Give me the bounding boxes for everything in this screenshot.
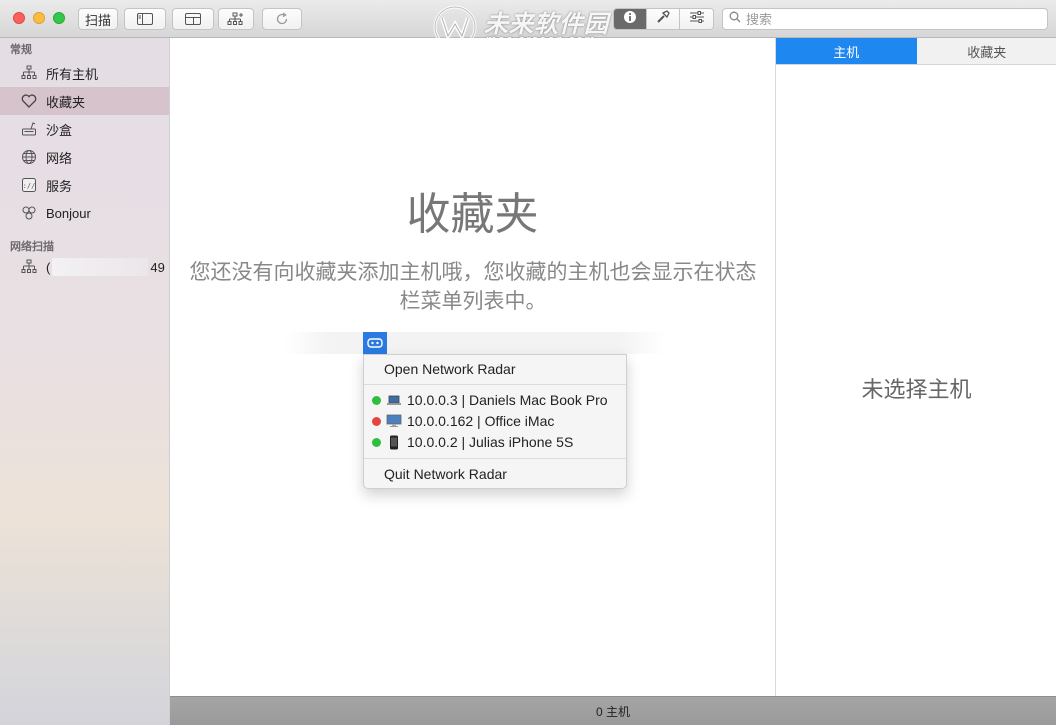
- sandbox-icon: [20, 120, 38, 138]
- refresh-button[interactable]: [262, 8, 302, 30]
- menu-separator: [364, 458, 626, 459]
- status-offline-icon: [372, 416, 381, 426]
- sidebar-item-label: 收藏夹: [46, 94, 86, 110]
- network-add-button[interactable]: [218, 8, 254, 30]
- status-menu-preview: Open Network Radar 10.0.0.3 | Daniels Ma…: [363, 354, 627, 489]
- network-radar-menubar-icon: [363, 332, 387, 354]
- sidebar-item-label: 沙盒: [46, 122, 73, 138]
- bonjour-icon: [20, 204, 38, 222]
- refresh-icon: [275, 12, 289, 26]
- search-icon: [729, 10, 741, 28]
- page-title: 收藏夹: [406, 189, 539, 240]
- menu-item-open: Open Network Radar: [384, 359, 516, 379]
- menu-quit-label: Quit Network Radar: [384, 466, 507, 482]
- menu-item-quit: Quit Network Radar: [384, 464, 507, 484]
- sliders-icon: [689, 10, 705, 29]
- sidebar: 常规 所有主机 收藏夹 沙盒 网络 :// 服务 Bonjour 网络扫描 (…: [0, 38, 170, 725]
- close-window-button[interactable]: [13, 12, 25, 24]
- status-bar: 0 主机: [170, 696, 1056, 725]
- status-online-icon: [372, 395, 381, 405]
- no-selection-text: 未选择主机: [861, 378, 972, 403]
- globe-icon: [20, 148, 38, 166]
- sidebar-item-all-hosts[interactable]: 所有主机: [0, 59, 169, 87]
- view-segmented-control: [613, 8, 714, 30]
- sidebar-toggle-button[interactable]: [124, 8, 166, 30]
- layout-button[interactable]: [172, 8, 214, 30]
- host-count: 0 主机: [595, 704, 630, 719]
- sidebar-item-label: 服务: [46, 178, 73, 194]
- imac-icon: [386, 414, 402, 428]
- menu-separator: [364, 384, 626, 385]
- detail-panel: 主机 收藏夹 未选择主机: [775, 38, 1056, 696]
- menu-host-item: 10.0.0.162 | Office iMac: [372, 411, 555, 431]
- info-icon: [623, 10, 637, 29]
- tab-favorites[interactable]: 收藏夹: [916, 38, 1056, 64]
- sidebar-item-services[interactable]: :// 服务: [0, 171, 169, 199]
- menubar-preview: [285, 332, 665, 354]
- minimize-window-button[interactable]: [33, 12, 45, 24]
- menu-host-text: 10.0.0.3 | Daniels Mac Book Pro: [407, 392, 608, 408]
- sidebar-item-label: 所有主机: [46, 66, 99, 82]
- menu-host-text: 10.0.0.2 | Julias iPhone 5S: [407, 434, 574, 450]
- layout-icon: [185, 13, 201, 25]
- svg-text:://: ://: [23, 182, 36, 190]
- sliders-segment[interactable]: [680, 9, 713, 29]
- services-icon: ://: [20, 176, 38, 194]
- sidebar-toggle-icon: [137, 13, 153, 25]
- watermark-title: 未来软件园: [484, 10, 609, 38]
- detail-tabs: 主机 收藏夹: [776, 38, 1056, 65]
- redacted-text: [52, 258, 149, 276]
- zoom-window-button[interactable]: [53, 12, 65, 24]
- tab-hosts[interactable]: 主机: [776, 38, 917, 64]
- search-input[interactable]: [746, 11, 1026, 27]
- sidebar-item-network[interactable]: 网络: [0, 143, 169, 171]
- search-field[interactable]: [722, 8, 1048, 30]
- sidebar-item-label: Bonjour: [46, 205, 91, 221]
- heart-icon: [20, 92, 38, 110]
- scan-item-label-start: (: [46, 259, 51, 275]
- laptop-icon: [386, 393, 402, 407]
- menu-open-label: Open Network Radar: [384, 361, 516, 377]
- info-segment[interactable]: [614, 9, 647, 29]
- sidebar-item-favorites[interactable]: 收藏夹: [0, 87, 169, 115]
- sidebar-item-bonjour[interactable]: Bonjour: [0, 199, 169, 227]
- menu-host-item: 10.0.0.3 | Daniels Mac Book Pro: [372, 390, 608, 410]
- network-tree-icon: [20, 258, 38, 276]
- network-add-icon: [227, 12, 245, 26]
- sidebar-item-scan-network[interactable]: ( 49: [0, 253, 169, 281]
- tools-segment[interactable]: [647, 9, 680, 29]
- status-online-icon: [372, 437, 381, 447]
- main-content: 收藏夹 您还没有向收藏夹添加主机哦，您收藏的主机也会显示在状态栏菜单列表中。 O…: [170, 38, 775, 696]
- scan-item-label-end: 49: [150, 259, 165, 275]
- scan-button[interactable]: 扫描: [78, 8, 118, 30]
- menu-host-text: 10.0.0.162 | Office iMac: [407, 413, 555, 429]
- scan-button-label: 扫描: [84, 12, 111, 28]
- sidebar-item-sandbox[interactable]: 沙盒: [0, 115, 169, 143]
- sidebar-section-scan: 网络扫描: [10, 241, 54, 253]
- network-tree-icon: [20, 64, 38, 82]
- tools-icon: [655, 9, 671, 29]
- iphone-icon: [386, 435, 402, 449]
- sidebar-section-general: 常规: [10, 44, 32, 56]
- menu-host-item: 10.0.0.2 | Julias iPhone 5S: [372, 432, 574, 452]
- empty-description: 您还没有向收藏夹添加主机哦，您收藏的主机也会显示在状态栏菜单列表中。: [189, 260, 757, 313]
- toolbar: 扫描 搜索 未来软件园: [0, 0, 1056, 49]
- sidebar-item-label: 网络: [46, 150, 73, 166]
- app-window: 扫描 搜索 未来软件园 常规 所有主机 收藏夹 沙盒 网络:// 服务 Bon…: [0, 0, 1056, 725]
